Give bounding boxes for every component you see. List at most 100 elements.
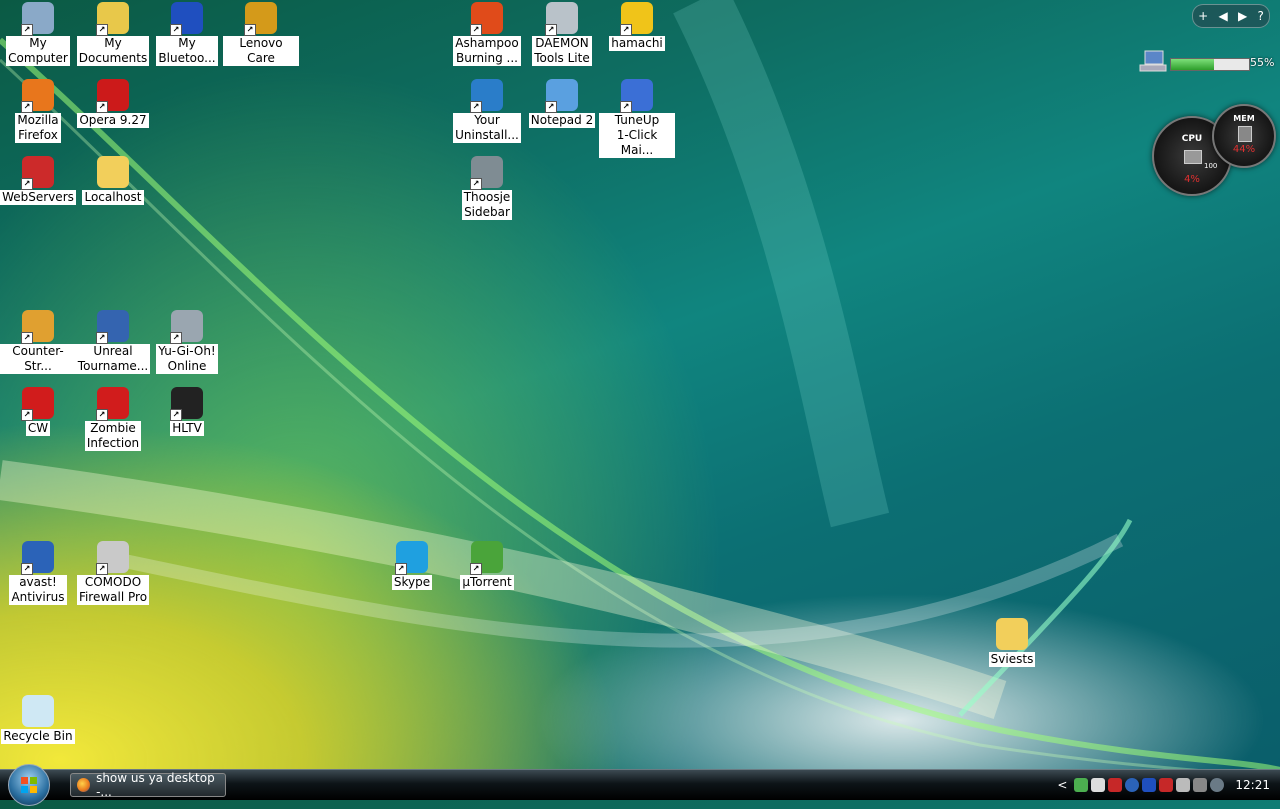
desktop-icon[interactable]: Sviests: [974, 618, 1050, 667]
cpu-gauge-value: 4%: [1184, 174, 1200, 185]
hltv-icon: ↗: [170, 387, 203, 421]
cpu-gauge-scale: 100: [1204, 162, 1218, 170]
bluetooth-icon: ↗: [170, 2, 203, 36]
desktop-icon[interactable]: ↗ µTorrent: [449, 541, 525, 590]
volume-icon[interactable]: [1176, 778, 1191, 792]
desktop-icon-label: Lenovo Care: [223, 36, 299, 66]
desktop-icon[interactable]: ↗ Zombie Infection: [75, 387, 151, 451]
desktop-icon-label: Unreal Tourname...: [75, 344, 151, 374]
desktop-icon[interactable]: ↗ WebServers: [0, 156, 76, 205]
desktop-icon[interactable]: ↗ My Bluetoo...: [149, 2, 225, 66]
computer-icon: ↗: [21, 2, 54, 36]
comodo-tray-icon[interactable]: [1091, 778, 1106, 792]
desktop-icon-label: Thoosje Sidebar: [461, 190, 513, 220]
desktop-icon[interactable]: ↗ COMODO Firewall Pro: [75, 541, 151, 605]
shortcut-arrow-icon: ↗: [21, 409, 33, 421]
daemon-tools-icon: ↗: [545, 2, 578, 36]
recycle-bin-icon: [22, 695, 54, 727]
desktop-icon[interactable]: Localhost: [75, 156, 151, 205]
shortcut-arrow-icon: ↗: [170, 409, 182, 421]
desktop-icon[interactable]: ↗ Yu-Gi-Oh! Online: [149, 310, 225, 374]
shortcut-arrow-icon: ↗: [470, 101, 482, 113]
desktop-icon[interactable]: ↗ Your Uninstall...: [449, 79, 525, 143]
sidebar-help-button[interactable]: ?: [1257, 9, 1263, 23]
desktop-icon[interactable]: Recycle Bin: [0, 695, 76, 744]
battery-laptop-icon: [1139, 50, 1167, 72]
clock[interactable]: 12:21: [1235, 778, 1270, 792]
tray-expand-button[interactable]: <: [1057, 778, 1067, 792]
desktop-icon[interactable]: ↗ Mozilla Firefox: [0, 79, 76, 143]
desktop-icon[interactable]: ↗ Opera 9.27: [75, 79, 151, 128]
half-life-icon: ↗: [96, 387, 129, 421]
taskbar-window-button[interactable]: show us ya desktop -...: [70, 771, 226, 799]
desktop-icon-label: COMODO Firewall Pro: [76, 575, 150, 605]
network-icon[interactable]: [1074, 778, 1089, 792]
desktop-icon[interactable]: ↗ Notepad 2: [524, 79, 600, 128]
power-icon[interactable]: [1193, 778, 1208, 792]
desktop-icon[interactable]: ↗ My Documents: [75, 2, 151, 66]
firewall-tray-icon[interactable]: [1108, 778, 1123, 792]
desktop-icon-label: My Bluetoo...: [156, 36, 218, 66]
shortcut-arrow-icon: ↗: [21, 24, 33, 36]
webservers-icon: ↗: [21, 156, 54, 190]
sidebar-next-button[interactable]: ▶: [1238, 9, 1247, 23]
sidebar-add-button[interactable]: +: [1198, 9, 1208, 23]
shortcut-arrow-icon: ↗: [96, 332, 108, 344]
desktop-icon-label: Skype: [391, 575, 433, 590]
desktop-icon-label: Sviests: [988, 652, 1036, 667]
opera-icon: ↗: [96, 79, 129, 113]
desktop-icon-label: CW: [25, 421, 51, 436]
desktop-icon[interactable]: ↗ TuneUp 1-Click Mai...: [599, 79, 675, 158]
mem-gauge-label: MEM: [1233, 114, 1255, 123]
firefox-icon: [77, 778, 91, 792]
desktop-icon-label: DAEMON Tools Lite: [532, 36, 592, 66]
gear-icon: ↗: [470, 156, 503, 190]
folder-icon: [996, 618, 1028, 650]
utorrent-icon: ↗: [470, 541, 503, 575]
folder-icon: [97, 156, 129, 188]
battery-level-fill: [1171, 59, 1214, 70]
avast-tray-icon[interactable]: [1125, 778, 1140, 792]
mem-gauge[interactable]: MEM 44%: [1212, 104, 1276, 168]
shortcut-arrow-icon: ↗: [470, 563, 482, 575]
settings-tray-icon[interactable]: [1210, 778, 1225, 792]
shortcut-arrow-icon: ↗: [545, 101, 557, 113]
ashampoo-icon: ↗: [470, 2, 503, 36]
desktop-icon-label: WebServers: [0, 190, 76, 205]
battery-gadget[interactable]: 55%: [1138, 46, 1274, 80]
battery-percent: 55%: [1250, 56, 1275, 69]
desktop-icon-label: Mozilla Firefox: [15, 113, 61, 143]
desktop-icon[interactable]: ↗ DAEMON Tools Lite: [524, 2, 600, 66]
tuneup-icon: ↗: [620, 79, 653, 113]
shortcut-arrow-icon: ↗: [96, 563, 108, 575]
desktop-icon[interactable]: ↗ hamachi: [599, 2, 675, 51]
desktop-icon-label: Opera 9.27: [77, 113, 149, 128]
desktop-icon[interactable]: ↗ Unreal Tourname...: [75, 310, 151, 374]
desktop-icon[interactable]: ↗ HLTV: [149, 387, 225, 436]
desktop-icon[interactable]: ↗ CW: [0, 387, 76, 436]
avast-icon: ↗: [21, 541, 54, 575]
bluetooth-tray-icon[interactable]: [1142, 778, 1157, 792]
shortcut-arrow-icon: ↗: [170, 332, 182, 344]
desktop-icon[interactable]: ↗ Lenovo Care: [223, 2, 299, 66]
desktop-icon[interactable]: ↗ Thoosje Sidebar: [449, 156, 525, 220]
lenovo-care-icon: ↗: [244, 2, 277, 36]
skype-tray-icon[interactable]: [1159, 778, 1174, 792]
shortcut-arrow-icon: ↗: [244, 24, 256, 36]
windows-logo-icon: [21, 777, 37, 793]
firefox-icon: ↗: [21, 79, 54, 113]
desktop-icon[interactable]: ↗ avast! Antivirus: [0, 541, 76, 605]
shortcut-arrow-icon: ↗: [545, 24, 557, 36]
desktop-icon-label: HLTV: [170, 421, 204, 436]
desktop-icon[interactable]: ↗ Counter-Str...: [0, 310, 76, 374]
desktop-icon-label: Recycle Bin: [1, 729, 75, 744]
mem-gauge-value: 44%: [1232, 144, 1256, 155]
comodo-icon: ↗: [96, 541, 129, 575]
desktop-icon[interactable]: ↗ Ashampoo Burning ...: [449, 2, 525, 66]
cpu-chip-icon: [1184, 150, 1202, 164]
desktop-icon[interactable]: ↗ Skype: [374, 541, 450, 590]
desktop-icon[interactable]: ↗ My Computer: [0, 2, 76, 66]
shortcut-arrow-icon: ↗: [21, 101, 33, 113]
sidebar-prev-button[interactable]: ◀: [1218, 9, 1227, 23]
shortcut-arrow-icon: ↗: [395, 563, 407, 575]
